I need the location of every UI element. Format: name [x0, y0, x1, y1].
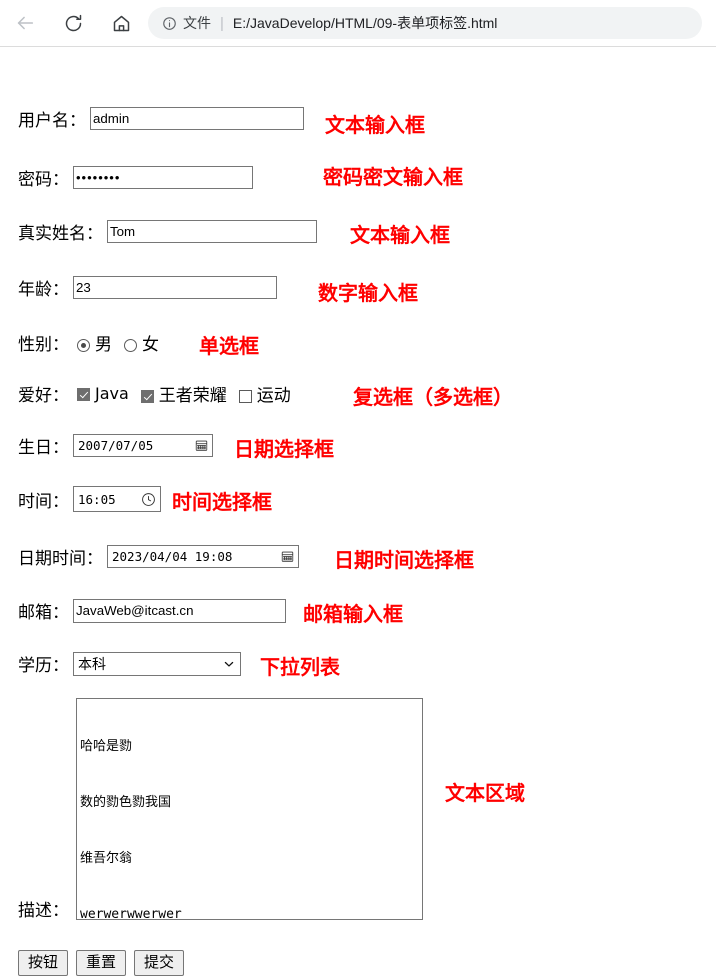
generic-button[interactable]: 按钮	[18, 950, 69, 976]
textarea-line: 数的勠色勠我国	[80, 794, 172, 810]
time-label: 时间：	[18, 491, 69, 511]
annotation-username: 文本输入框	[325, 115, 425, 137]
field-row-email: 邮箱： JavaWeb@itcast.cn	[18, 598, 286, 623]
field-row-hobby: 爱好： Java 王者荣耀 运动	[18, 381, 303, 406]
age-value: 23	[76, 279, 91, 295]
field-row-username: 用户名： admin	[18, 106, 304, 131]
realname-input[interactable]: Tom	[107, 220, 317, 243]
password-value: ••••••••	[76, 171, 121, 184]
realname-value: Tom	[110, 223, 136, 239]
education-label: 学历：	[18, 656, 69, 675]
gender-option-female[interactable]: 女	[124, 330, 171, 355]
reload-icon	[63, 13, 84, 34]
checkbox-honor-of-kings-icon[interactable]	[140, 390, 154, 403]
field-row-time: 时间： 16:05	[18, 486, 161, 512]
clock-icon[interactable]	[141, 492, 156, 507]
hobby-sports-label: 运动	[256, 386, 291, 405]
back-arrow-icon	[14, 12, 36, 34]
calendar-icon[interactable]	[195, 439, 208, 452]
radio-male-icon[interactable]	[77, 339, 90, 352]
checkbox-java-icon[interactable]	[77, 387, 90, 401]
email-input[interactable]: JavaWeb@itcast.cn	[73, 598, 286, 623]
field-row-age: 年龄： 23	[18, 275, 277, 300]
form-buttons: 按钮 重置 提交	[18, 950, 185, 976]
field-row-datetime: 日期时间： 2023/04/04 19:08	[18, 544, 299, 569]
email-label: 邮箱：	[18, 603, 69, 622]
realname-label: 真实姓名：	[18, 224, 103, 243]
datetime-input[interactable]: 2023/04/04 19:08	[107, 545, 299, 568]
radio-female-icon[interactable]	[124, 339, 137, 352]
annotation-email: 邮箱输入框	[303, 604, 403, 626]
password-input[interactable]: ••••••••	[73, 166, 253, 189]
browser-toolbar: 文件 | E:/JavaDevelop/HTML/09-表单项标签.html	[0, 0, 716, 47]
address-bar[interactable]: 文件 | E:/JavaDevelop/HTML/09-表单项标签.html	[148, 7, 702, 39]
age-label: 年龄：	[18, 280, 69, 299]
address-separator: |	[220, 14, 224, 32]
textarea-line: 哈哈是勠	[80, 739, 133, 755]
hobby-option-java[interactable]: Java	[77, 384, 141, 404]
hobby-option-sports[interactable]: 运动	[238, 381, 303, 406]
password-label: 密码：	[18, 170, 69, 189]
info-circle-icon[interactable]	[162, 16, 177, 31]
hobby-honor-of-kings-label: 王者荣耀	[158, 386, 227, 405]
chevron-down-icon[interactable]	[223, 658, 235, 670]
submit-button[interactable]: 提交	[134, 950, 185, 976]
description-label: 描述：	[18, 901, 69, 920]
annotation-description: 文本区域	[445, 783, 525, 805]
annotation-datetime: 日期时间选择框	[334, 550, 474, 572]
checkbox-sports-icon[interactable]	[238, 390, 252, 403]
username-label: 用户名：	[18, 111, 86, 130]
birthday-label: 生日：	[18, 438, 69, 457]
hobby-java-label: Java	[95, 383, 129, 403]
description-textarea[interactable]: 哈哈是勠 数的勠色勠我国 维吾尔翁 werwerwwerwer 玩儿玩儿 玩儿玩…	[76, 698, 423, 920]
hobby-option-honor-of-kings[interactable]: 王者荣耀	[140, 381, 239, 406]
back-button[interactable]	[8, 6, 42, 40]
field-row-description: 描述：	[18, 896, 69, 921]
annotation-age: 数字输入框	[318, 283, 418, 305]
reload-button[interactable]	[56, 6, 90, 40]
gender-option-male[interactable]: 男	[77, 330, 124, 355]
time-input[interactable]: 16:05	[73, 486, 161, 512]
field-row-realname: 真实姓名： Tom	[18, 219, 317, 244]
textarea-line-misspelled: werwerwwerwer	[80, 906, 182, 920]
annotation-hobby: 复选框（多选框）	[353, 387, 513, 409]
annotation-birthday: 日期选择框	[234, 439, 334, 461]
address-url-text: E:/JavaDevelop/HTML/09-表单项标签.html	[232, 15, 498, 31]
home-icon	[111, 13, 132, 34]
field-row-education: 学历： 本科	[18, 651, 241, 676]
datetime-value: 2023/04/04 19:08	[112, 549, 233, 564]
annotation-time: 时间选择框	[172, 492, 272, 514]
username-input[interactable]: admin	[90, 107, 304, 130]
gender-label: 性别：	[18, 335, 69, 354]
field-row-birthday: 生日： 2007/07/05	[18, 433, 213, 458]
annotation-password: 密码密文输入框	[323, 167, 463, 189]
field-row-password: 密码： ••••••••	[18, 165, 253, 190]
textarea-line: 维吾尔翁	[80, 850, 133, 866]
gender-male-label: 男	[95, 335, 112, 354]
annotation-gender: 单选框	[199, 336, 259, 358]
time-value: 16:05	[78, 491, 116, 507]
calendar-icon[interactable]	[281, 550, 294, 563]
gender-female-label: 女	[142, 335, 159, 354]
field-row-gender: 性别： 男 女	[18, 330, 171, 355]
education-value: 本科	[78, 655, 106, 672]
birthday-value: 2007/07/05	[78, 438, 154, 453]
address-scheme-label: 文件	[183, 15, 211, 31]
age-input[interactable]: 23	[73, 276, 277, 299]
home-button[interactable]	[104, 6, 138, 40]
email-value: JavaWeb@itcast.cn	[76, 602, 194, 618]
reset-button[interactable]: 重置	[76, 950, 127, 976]
annotation-realname: 文本输入框	[350, 225, 450, 247]
datetime-label: 日期时间：	[18, 549, 103, 568]
annotation-education: 下拉列表	[260, 657, 340, 679]
birthday-date-input[interactable]: 2007/07/05	[73, 434, 213, 457]
hobby-label: 爱好：	[18, 386, 69, 405]
username-value: admin	[93, 110, 130, 126]
education-select[interactable]: 本科	[73, 651, 241, 676]
